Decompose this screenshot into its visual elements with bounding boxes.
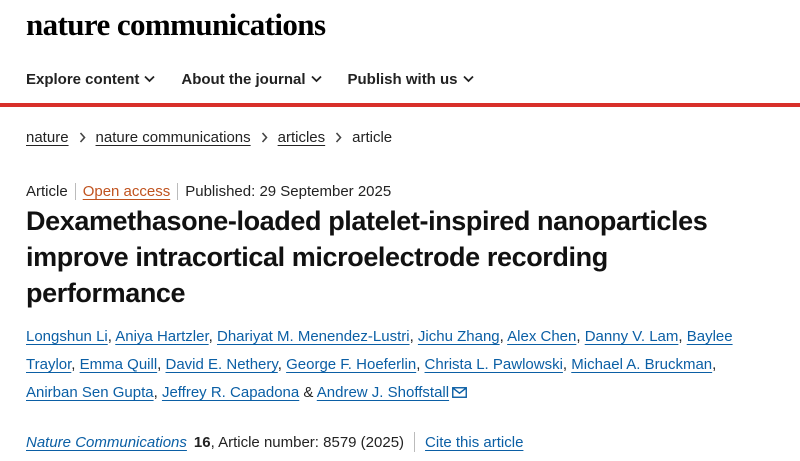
article-meta: Article Open access Published: 29 Septem… [26, 183, 391, 200]
breadcrumb-nature[interactable]: nature [26, 129, 69, 146]
article-title: Dexamethasone-loaded platelet-inspired n… [26, 206, 708, 308]
author-link[interactable]: Michael A. Bruckman [571, 356, 712, 373]
author-link[interactable]: Dhariyat M. Menendez-Lustri [217, 328, 410, 345]
main-nav: Explore content About the journal Publis… [26, 66, 500, 92]
chevron-right-icon [79, 132, 86, 143]
masthead: nature communications [26, 5, 326, 45]
article-type: Article [26, 183, 68, 200]
open-access-link[interactable]: Open access [83, 183, 171, 200]
header-accent-rule [0, 103, 800, 107]
nav-item-label: Explore content [26, 70, 140, 88]
author-link[interactable]: Christa L. Pawlowski [425, 356, 563, 373]
author-link[interactable]: Andrew J. Shoffstall [317, 384, 449, 401]
author-link[interactable]: Jichu Zhang [418, 328, 500, 345]
article-number: , Article number: 8579 (2025) [210, 433, 405, 451]
nav-about-the-journal[interactable]: About the journal [181, 70, 322, 88]
citation-divider [414, 432, 416, 452]
chevron-right-icon [335, 132, 342, 143]
author-link[interactable]: Jeffrey R. Capadona [162, 384, 299, 401]
nav-item-label: About the journal [181, 70, 306, 88]
author-link[interactable]: Longshun Li [26, 328, 108, 345]
author-link[interactable]: Alex Chen [507, 328, 576, 345]
author-link[interactable]: Aniya Hartzler [115, 328, 208, 345]
citation-line: Nature Communications 16 , Article numbe… [26, 432, 523, 452]
nav-publish-with-us[interactable]: Publish with us [348, 71, 474, 88]
meta-divider [177, 183, 179, 200]
chevron-down-icon [144, 75, 155, 83]
author-link[interactable]: George F. Hoeferlin [286, 356, 416, 373]
breadcrumb-nature-communications[interactable]: nature communications [96, 129, 251, 146]
meta-divider [74, 183, 76, 200]
nav-item-label: Publish with us [347, 70, 458, 88]
site-logo[interactable]: nature communications [26, 5, 326, 45]
breadcrumb-articles[interactable]: articles [278, 129, 326, 146]
author-link[interactable]: Danny V. Lam [585, 328, 679, 345]
breadcrumb-current: article [352, 129, 393, 146]
mail-icon[interactable] [452, 380, 468, 408]
cite-this-article-link[interactable]: Cite this article [425, 434, 523, 451]
chevron-right-icon [261, 132, 268, 143]
breadcrumb: nature nature communications articles ar… [26, 129, 392, 146]
journal-link[interactable]: Nature Communications [26, 434, 187, 451]
author-link[interactable]: Emma Quill [80, 356, 158, 373]
author-link[interactable]: Anirban Sen Gupta [26, 384, 154, 401]
author-link[interactable]: David E. Nethery [166, 356, 278, 373]
author-list: Longshun Li, Aniya Hartzler, Dhariyat M.… [26, 323, 766, 408]
volume-number: 16 [193, 433, 211, 451]
chevron-down-icon [462, 75, 474, 83]
nav-explore-content[interactable]: Explore content [26, 71, 155, 88]
chevron-down-icon [310, 75, 322, 83]
published-date: Published: 29 September 2025 [185, 183, 392, 200]
authors-conjunction: & [303, 384, 314, 401]
